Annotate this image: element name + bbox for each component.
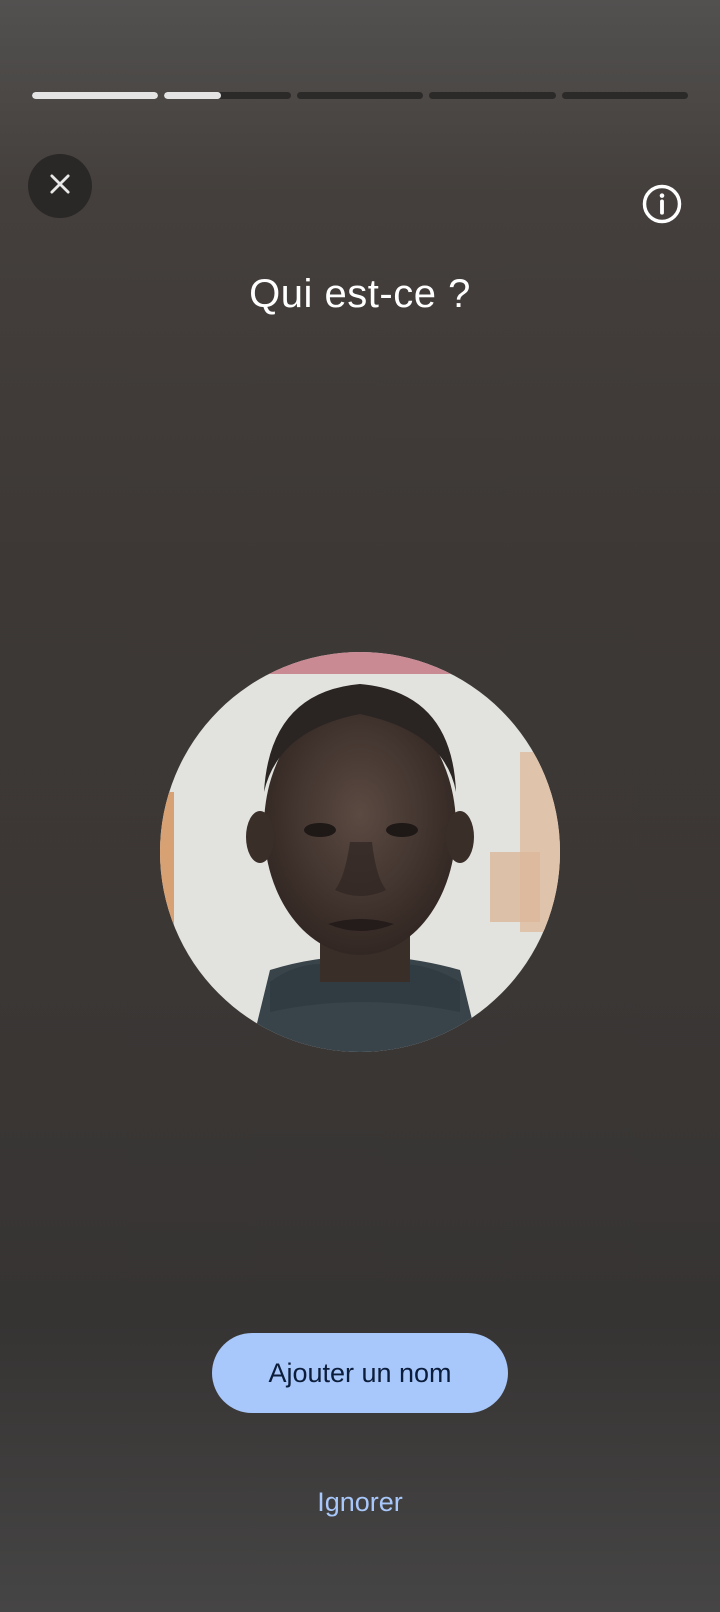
progress-fill [164, 92, 222, 99]
progress-segment [429, 92, 556, 99]
progress-segment [296, 92, 424, 99]
progress-segment [164, 92, 291, 99]
page-title: Qui est-ce ? [249, 272, 471, 316]
progress-segment [32, 92, 159, 99]
progress-segment [561, 92, 689, 99]
face-thumbnail [160, 652, 560, 1052]
close-button[interactable] [28, 154, 92, 218]
story-progress-bar [32, 92, 689, 100]
face-photo [160, 652, 560, 1052]
face-naming-screen: Qui est-ce ? Ajouter un nom Ignorer [0, 0, 720, 1612]
ignore-button[interactable]: Ignorer [260, 1478, 460, 1526]
progress-fill [32, 92, 159, 99]
add-name-button[interactable]: Ajouter un nom [212, 1333, 508, 1413]
info-icon [641, 183, 683, 230]
close-icon [46, 170, 74, 203]
info-button[interactable] [640, 184, 684, 228]
